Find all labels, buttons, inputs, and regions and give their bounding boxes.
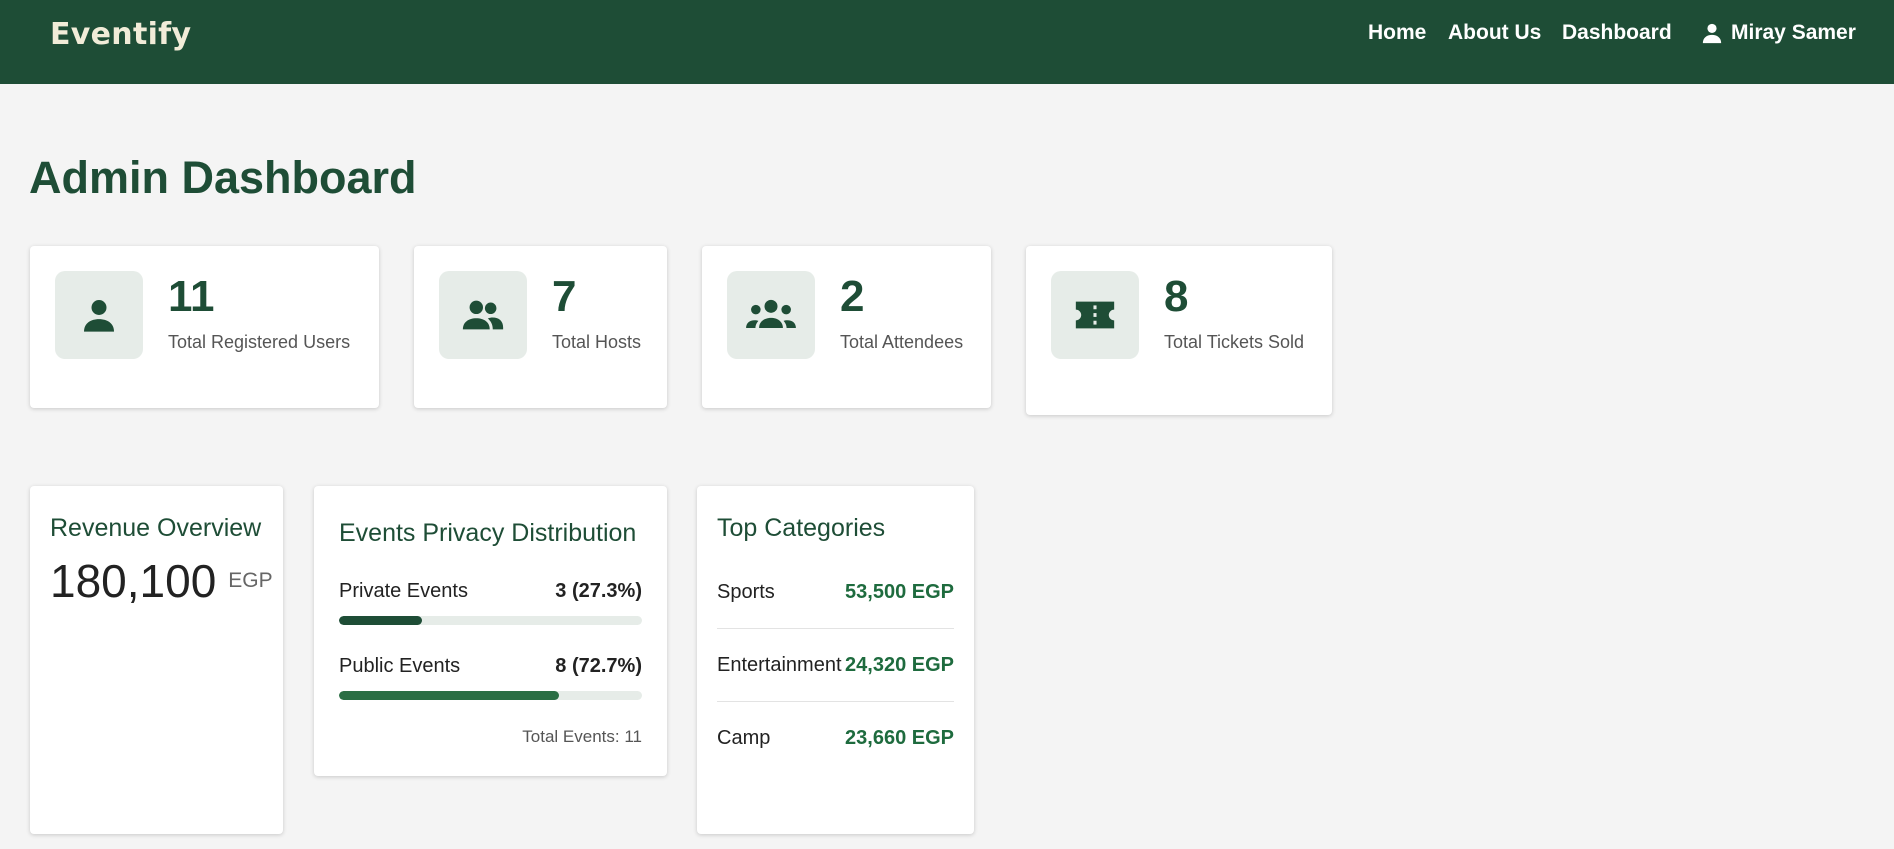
- privacy-title: Events Privacy Distribution: [339, 519, 637, 547]
- category-amount: 24,320 EGP: [845, 654, 954, 676]
- private-events-bar-fill: [339, 616, 422, 625]
- stat-value: 7: [552, 272, 577, 321]
- stat-card-tickets: 8 Total Tickets Sold: [1026, 246, 1332, 415]
- category-row: Sports 53,500 EGP: [717, 556, 954, 629]
- category-name: Sports: [717, 581, 775, 603]
- private-events-bar: [339, 616, 642, 625]
- stat-card-attendees: 2 Total Attendees: [702, 246, 991, 408]
- revenue-value: 180,100: [50, 555, 217, 607]
- revenue-title: Revenue Overview: [50, 514, 262, 542]
- nav-home-link[interactable]: Home: [1368, 21, 1426, 45]
- stat-label: Total Attendees: [840, 332, 964, 352]
- private-events-label: Private Events: [339, 580, 468, 602]
- stat-label: Total Hosts: [552, 332, 642, 352]
- stat-value: 11: [168, 272, 215, 321]
- brand-logo[interactable]: Eventify: [50, 17, 191, 52]
- stat-icon-tile: [439, 271, 527, 359]
- user-icon: [1702, 23, 1722, 44]
- groups-icon: [746, 299, 796, 328]
- categories-panel: Top Categories Sports 53,500 EGP Enterta…: [697, 486, 974, 834]
- nav-dashboard-link[interactable]: Dashboard: [1562, 21, 1672, 45]
- stat-icon-tile: [1051, 271, 1139, 359]
- private-events-value: 3 (27.3%): [555, 580, 642, 602]
- revenue-amount: 180,100 EGP: [50, 554, 273, 608]
- stat-card-hosts: 7 Total Hosts: [414, 246, 667, 408]
- category-amount: 53,500 EGP: [845, 581, 954, 603]
- category-amount: 23,660 EGP: [845, 727, 954, 749]
- page-title: Admin Dashboard: [29, 152, 417, 203]
- revenue-panel: Revenue Overview 180,100 EGP: [30, 486, 283, 834]
- nav-user-menu[interactable]: Miray Samer: [1701, 21, 1856, 45]
- categories-title: Top Categories: [717, 514, 886, 542]
- public-events-bar: [339, 691, 642, 700]
- stat-label: Total Registered Users: [168, 332, 351, 352]
- people-icon: [462, 300, 504, 330]
- nav-about-link[interactable]: About Us: [1448, 21, 1541, 45]
- category-name: Entertainment: [717, 654, 842, 676]
- user-name: Miray Samer: [1731, 21, 1856, 44]
- stat-card-users: 11 Total Registered Users: [30, 246, 379, 408]
- privacy-panel: Events Privacy Distribution Private Even…: [314, 486, 667, 776]
- total-events: Total Events: 11: [522, 727, 642, 746]
- public-events-value: 8 (72.7%): [555, 655, 642, 677]
- stat-icon-tile: [55, 271, 143, 359]
- ticket-icon: [1075, 301, 1115, 329]
- category-name: Camp: [717, 727, 771, 749]
- person-icon: [84, 300, 114, 332]
- public-events-bar-fill: [339, 691, 560, 700]
- stat-icon-tile: [727, 271, 815, 359]
- stat-value: 2: [840, 272, 865, 321]
- stat-value: 8: [1164, 272, 1189, 321]
- stat-label: Total Tickets Sold: [1164, 332, 1305, 352]
- public-events-label: Public Events: [339, 655, 461, 677]
- category-row: Camp 23,660 EGP: [717, 702, 954, 774]
- category-row: Entertainment 24,320 EGP: [717, 629, 954, 702]
- top-navbar: Eventify Home About Us Dashboard Miray S…: [0, 0, 1894, 84]
- revenue-currency: EGP: [228, 569, 273, 592]
